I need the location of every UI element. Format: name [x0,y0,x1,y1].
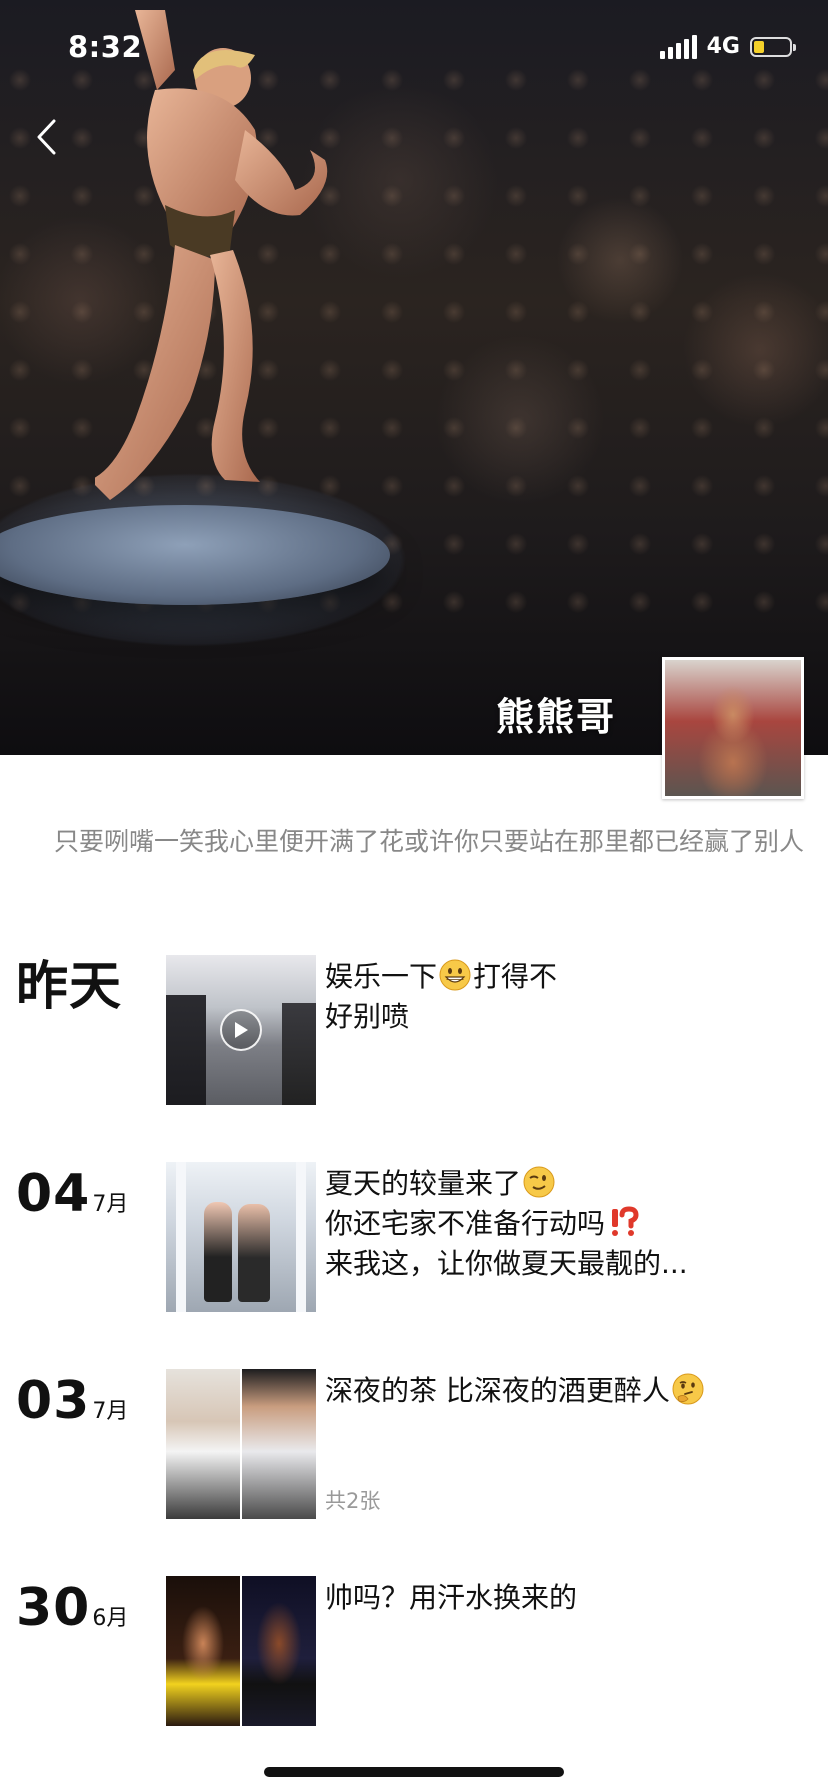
cover-image[interactable]: 8:32 4G 熊熊哥 [0,0,828,755]
avatar[interactable] [662,657,804,799]
feed-date: 03 7月 [16,1375,156,1427]
feed-text-line: 打得不 [473,960,558,993]
thumb-person [282,1003,316,1105]
feed-date-day: 04 [16,1164,91,1224]
feed-text-line: 你还宅家不准备行动吗 [325,1207,606,1240]
home-indicator[interactable] [264,1767,564,1777]
battery-level [754,40,765,53]
feed-date: 昨天 [16,961,156,1013]
thumb-person [166,995,206,1105]
feed-item[interactable]: 04 7月 夏天的较量来了 你还宅家不准备行动吗 来我这，让你做夏天最靓的... [0,1162,828,1314]
feed-text: 娱乐一下 打得不 好别喷 [325,957,785,1037]
chevron-left-icon [37,119,56,155]
feed-item[interactable]: 昨天 娱乐一下 打得不 好别喷 [0,955,828,1107]
feed-date-day: 昨天 [16,957,123,1017]
thumb-rack [176,1162,186,1312]
thumb-image-left [166,1576,240,1726]
signal-icon [659,34,697,59]
thumb-image-right [242,1369,316,1519]
feed-date-month: 6月 [92,1606,129,1631]
feed-date: 30 6月 [16,1582,156,1634]
feed-date-day: 03 [16,1371,91,1431]
network-label: 4G [706,34,740,59]
feed-text-line: 好别喷 [325,1000,410,1033]
battery-icon [750,36,796,57]
feed-image-thumbnail[interactable] [166,1576,316,1726]
feed-date-month: 7月 [92,1399,129,1424]
bodybuilder-figure [95,10,328,500]
photo-count: 共2张 [325,1489,381,1513]
avatar-image [665,660,801,796]
feed-image-thumbnail[interactable] [166,1162,316,1312]
feed-text: 夏天的较量来了 你还宅家不准备行动吗 来我这，让你做夏天最靓的... [325,1164,785,1284]
thumb-image-right [242,1576,316,1726]
back-button[interactable] [26,112,66,162]
feed-text-line: 夏天的较量来了 [325,1167,522,1200]
feed-text-line: 帅吗？用汗水换来的 [325,1581,578,1614]
feed-video-thumbnail[interactable] [166,955,316,1105]
feed-text-line: 深夜的茶 比深夜的酒更醉人 [325,1374,670,1407]
thumb-rack [296,1162,306,1312]
status-indicators: 4G [659,34,796,59]
feed-text-line: 娱乐一下 [325,960,438,993]
feed-item[interactable]: 30 6月 帅吗？用汗水换来的 [0,1576,828,1728]
feed-date: 04 7月 [16,1168,156,1220]
status-time: 8:32 [68,30,143,64]
feed-text: 深夜的茶 比深夜的酒更醉人 [325,1371,785,1411]
exclamation-question-icon [612,1206,639,1236]
feed-item[interactable]: 03 7月 深夜的茶 比深夜的酒更醉人 共2张 [0,1369,828,1521]
feed-text: 帅吗？用汗水换来的 [325,1578,785,1618]
profile-signature: 只要咧嘴一笑我心里便开满了花或许你只要站在那里都已经赢了别人 [53,827,804,856]
feed-text-line: 来我这，让你做夏天最靓的... [325,1247,688,1280]
thumb-person [204,1202,232,1302]
feed-date-day: 30 [16,1578,91,1638]
wink-emoji-icon [523,1166,555,1198]
grinning-emoji-icon [439,959,471,991]
profile-name: 熊熊哥 [495,695,616,739]
thinking-emoji-icon [672,1373,704,1405]
play-icon[interactable] [220,1009,262,1051]
thumb-image-left [166,1369,240,1519]
feed-image-thumbnail[interactable] [166,1369,316,1519]
feed-date-month: 7月 [92,1192,129,1217]
thumb-person [238,1204,270,1302]
